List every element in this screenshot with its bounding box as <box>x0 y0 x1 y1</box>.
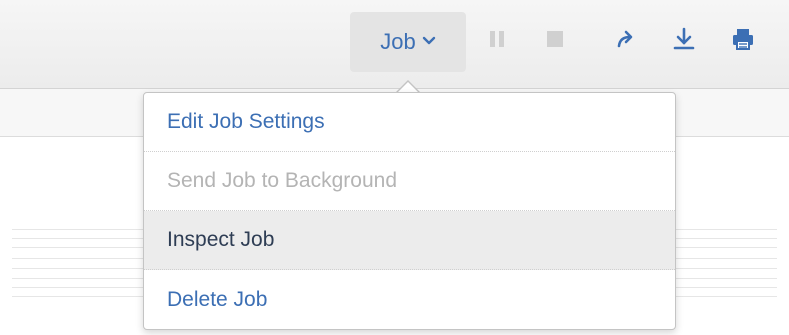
share-button[interactable] <box>613 28 639 54</box>
print-button[interactable] <box>730 28 756 54</box>
menu-item-inspect-job[interactable]: Inspect Job <box>144 211 675 270</box>
pause-button[interactable] <box>484 28 510 54</box>
menu-item-send-job-to-background: Send Job to Background <box>144 152 675 211</box>
stop-icon <box>545 29 565 54</box>
printer-icon <box>731 27 755 56</box>
job-menu-label: Job <box>380 29 416 54</box>
job-menu-button[interactable]: Job <box>350 12 466 72</box>
download-icon <box>673 27 695 56</box>
chevron-down-icon <box>422 33 436 51</box>
menu-item-delete-job[interactable]: Delete Job <box>144 270 675 329</box>
menu-item-edit-job-settings[interactable]: Edit Job Settings <box>144 93 675 152</box>
top-toolbar: Job <box>0 0 789 89</box>
pause-icon <box>487 29 507 54</box>
share-arrow-icon <box>615 28 637 55</box>
stop-button[interactable] <box>542 28 568 54</box>
job-dropdown-menu: Edit Job Settings Send Job to Background… <box>143 92 676 330</box>
export-button[interactable] <box>671 27 697 56</box>
